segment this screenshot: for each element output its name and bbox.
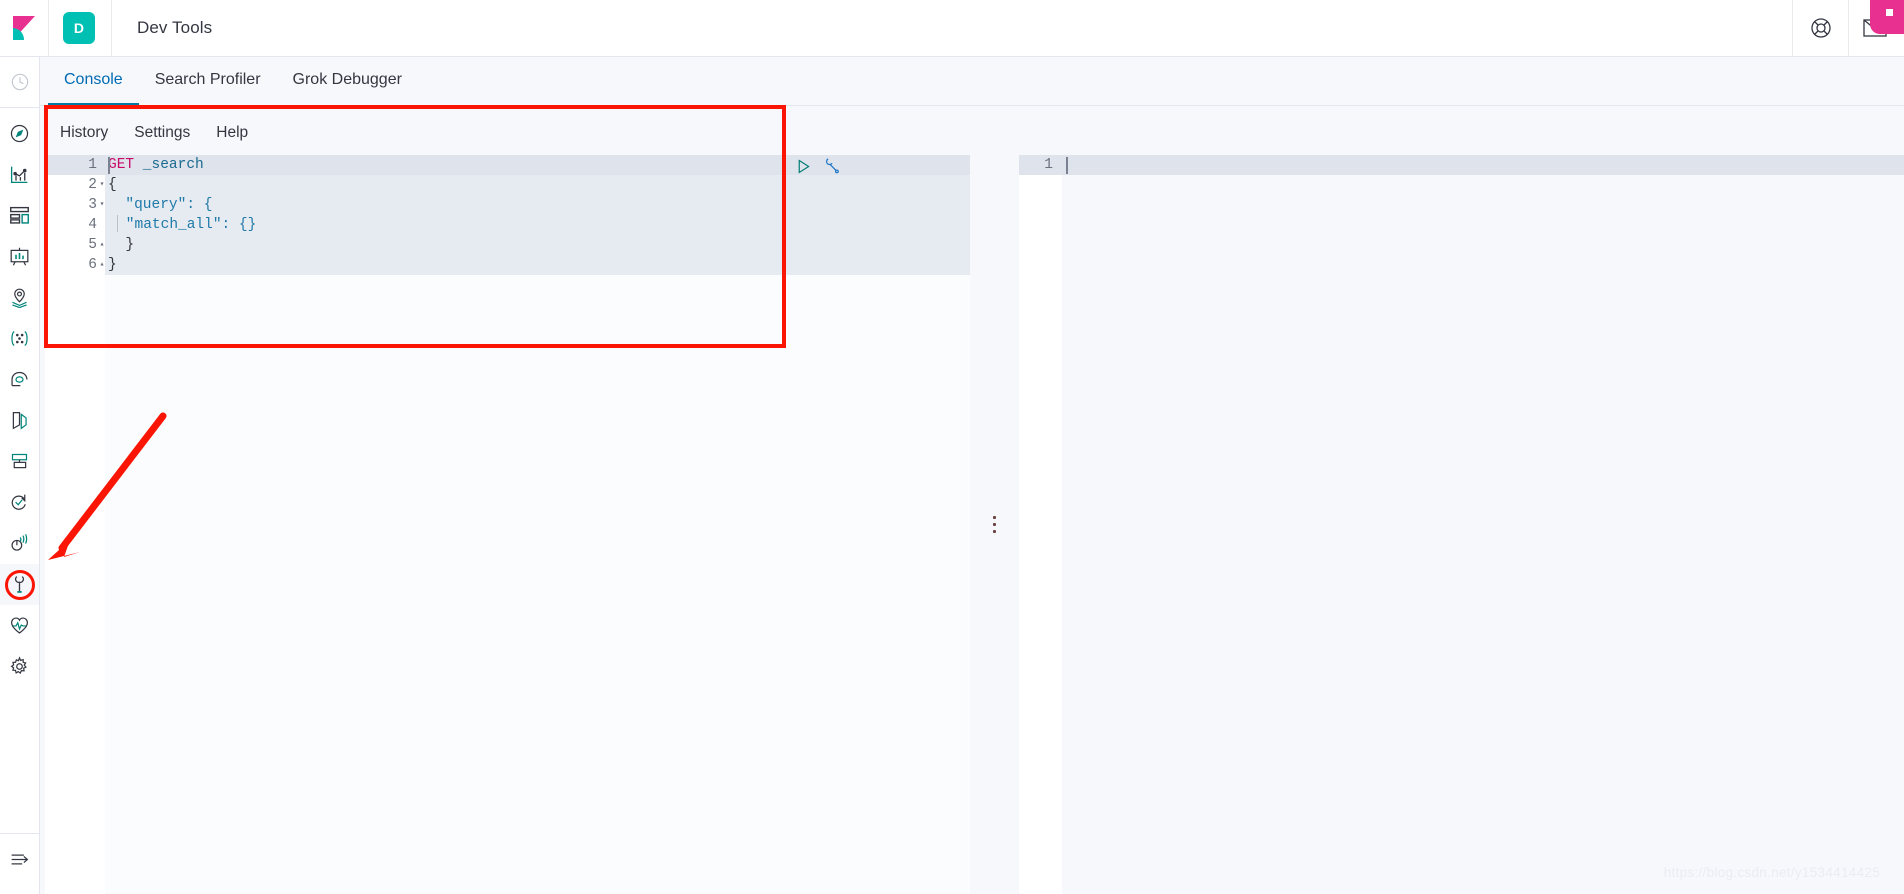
graph-nodes-icon [11,330,28,347]
sidebar-item-machine-learning[interactable] [0,318,39,359]
sidebar-item-recently-viewed[interactable] [0,61,39,102]
response-text-caret [1066,157,1068,174]
compass-icon [10,124,29,143]
gutter-line-1: 1 [45,155,105,175]
tab-grok-debugger-label: Grok Debugger [292,71,402,88]
tab-search-profiler[interactable]: Search Profiler [139,57,277,105]
menu-item-settings[interactable]: Settings [126,120,198,146]
app-badge-container: D [49,0,112,56]
map-pin-layers-icon [12,288,27,308]
siem-signal-icon [11,534,28,551]
wrench-icon [826,158,839,174]
presentation-board-icon [10,247,29,266]
nav-divider-bottom [0,833,39,834]
console-editors: 1 2 ▾ 3 ▾ 4 5 ▴ 6 ▴ GET _search {"query… [45,155,1904,894]
json-key-token: "query": { [108,197,213,213]
top-header-bar: D Dev Tools [0,0,1904,57]
response-editor-gutter: 1 [1019,155,1062,894]
sidebar-item-logs[interactable] [0,400,39,441]
sidebar-item-monitoring[interactable] [0,605,39,646]
clock-icon [11,73,28,90]
response-editor-code[interactable] [1062,155,1904,894]
main-content-area: Console Search Profiler Grok Debugger Hi… [40,57,1904,894]
help-button[interactable] [1792,0,1848,56]
sidebar-item-dev-tools[interactable] [0,564,39,605]
line-number: 1 [1044,157,1053,173]
sidebar-item-canvas[interactable] [0,236,39,277]
apm-icon [11,453,28,469]
request-options-wrench-icon[interactable] [822,157,840,175]
lifebuoy-help-icon [1810,18,1831,38]
request-code-lines: GET _search { "query": { "match_all": {}… [105,155,970,275]
notifications-button[interactable] [1848,0,1904,56]
request-editor-code[interactable]: GET _search { "query": { "match_all": {}… [105,155,970,894]
sidebar-item-maps[interactable] [0,277,39,318]
code-line-1: GET _search [108,155,970,175]
sidebar-item-dashboard[interactable] [0,195,39,236]
sidebar-item-uptime[interactable] [0,482,39,523]
code-line-3: "query": { [108,195,970,215]
gear-icon [10,656,27,674]
menu-item-help[interactable]: Help [208,120,256,146]
text-caret [108,157,110,174]
tab-console-label: Console [64,71,123,88]
kibana-logo-glyph [13,16,35,40]
tab-console[interactable]: Console [48,57,139,105]
play-triangle-glyph [798,158,810,174]
menu-item-history[interactable]: History [52,120,116,146]
gutter-line-2: 2 ▾ [45,175,105,195]
code-line-6: } [108,257,117,273]
nav-divider [0,107,39,108]
console-panel: History Settings Help 1 2 ▾ 3 ▾ 4 5 ▴ 6 … [45,106,1904,894]
gutter-line-5: 5 ▴ [45,235,105,255]
nav-rail-bottom [0,828,39,894]
request-action-icons [795,157,840,175]
request-editor[interactable]: 1 2 ▾ 3 ▾ 4 5 ▴ 6 ▴ GET _search {"query… [45,155,970,894]
json-key-token: "match_all": {} [91,217,257,233]
infrastructure-icon [11,371,28,387]
app-initial-badge: D [63,12,95,44]
endpoint-token: _search [134,157,204,173]
http-method-token: GET [108,157,135,173]
play-triangle-icon[interactable] [795,158,812,175]
vertical-drag-handle-icon [993,516,996,533]
sidebar-item-siem[interactable] [0,523,39,564]
sidebar-item-visualize[interactable] [0,154,39,195]
sidebar-item-discover[interactable] [0,113,39,154]
wrench-icon [14,576,25,593]
sidebar-item-collapse-nav[interactable] [0,839,39,880]
sidebar-item-apm[interactable] [0,441,39,482]
dev-tools-tablist: Console Search Profiler Grok Debugger [40,57,1904,106]
console-menu-bar: History Settings Help [52,116,256,150]
sidebar-item-infrastructure[interactable] [0,359,39,400]
code-line-5: } [108,237,135,253]
code-line-4: "match_all": {} [108,215,970,235]
editor-splitter-handle[interactable] [970,155,1019,894]
watermark-text: https://blog.csdn.net/y1534414425 [1663,865,1880,880]
primary-navigation-rail [0,57,40,894]
kibana-logo-icon[interactable] [0,0,49,56]
gutter-line-6: 6 ▴ [45,255,105,275]
sidebar-item-management[interactable] [0,646,39,687]
collapse-arrow-icon [11,854,29,865]
tab-search-profiler-label: Search Profiler [154,71,261,88]
page-title: Dev Tools [137,18,213,37]
logs-icon [12,412,27,430]
dashboard-grid-icon [10,206,29,224]
kibana-dev-tools-window: D Dev Tools Console Search Profiler Grok… [0,0,1904,894]
response-active-line-highlight [1062,155,1904,175]
gutter-line-3: 3 ▾ [45,195,105,215]
notification-badge [1870,0,1904,34]
response-gutter-line-1: 1 [1019,155,1062,175]
heartbeat-icon [11,617,28,634]
uptime-check-arrow-icon [11,494,26,510]
tab-grok-debugger[interactable]: Grok Debugger [277,57,418,105]
request-editor-gutter: 1 2 ▾ 3 ▾ 4 5 ▴ 6 ▴ [45,155,105,894]
code-line-2: { [108,177,117,193]
bar-chart-icon [10,166,28,184]
response-editor[interactable]: 1 [1019,155,1904,894]
line-number: 1 [88,157,97,173]
